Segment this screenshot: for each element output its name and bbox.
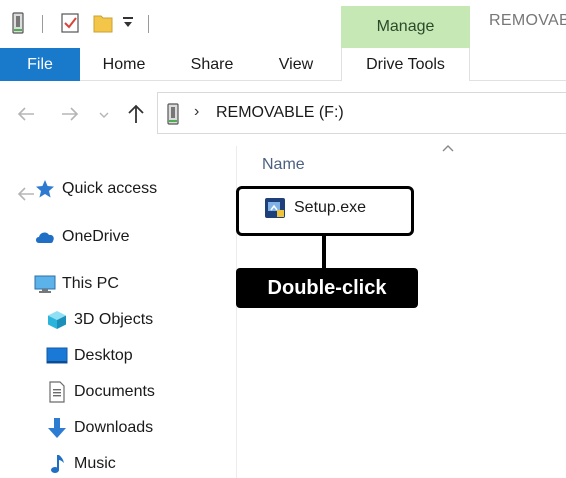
document-icon <box>46 381 68 403</box>
file-item-setup-exe[interactable]: Setup.exe <box>264 197 366 219</box>
sidebar-item-label: This PC <box>62 275 119 292</box>
sidebar-item-this-pc[interactable]: This PC <box>34 271 119 297</box>
sidebar-item-music[interactable]: Music <box>46 451 116 477</box>
manage-tab-label: Manage <box>376 18 435 35</box>
recent-locations-chevron-icon[interactable] <box>98 108 110 126</box>
sidebar-item-onedrive[interactable]: OneDrive <box>34 224 130 250</box>
double-click-callout: Double-click <box>236 268 418 308</box>
properties-icon[interactable] <box>60 12 80 34</box>
sidebar-item-label: Desktop <box>74 347 133 364</box>
drive-icon[interactable] <box>10 12 26 34</box>
sidebar-item-label: 3D Objects <box>74 311 154 328</box>
sidebar-item-3d-objects[interactable]: 3D Objects <box>46 307 153 333</box>
sidebar-item-downloads[interactable]: Downloads <box>46 415 153 441</box>
cube-icon <box>46 309 68 331</box>
computer-icon <box>34 273 56 295</box>
sort-ascending-icon <box>442 140 454 156</box>
callout-connector <box>322 236 326 268</box>
sidebar-item-quick-access[interactable]: Quick access <box>34 176 157 202</box>
window-title: REMOVAB <box>489 12 566 29</box>
column-header-name[interactable]: Name <box>262 156 305 174</box>
title-bar: Manage REMOVAB <box>0 0 566 48</box>
tab-file[interactable]: File <box>0 48 80 81</box>
download-icon <box>46 417 68 439</box>
tab-share[interactable]: Share <box>178 48 246 81</box>
sidebar-item-label: OneDrive <box>62 228 130 245</box>
file-name: Setup.exe <box>294 199 367 216</box>
navigation-pane: Quick access OneDrive This PC 3D Objects… <box>0 146 236 478</box>
customize-dropdown-icon[interactable] <box>122 14 134 30</box>
tab-drive-tools[interactable]: Drive Tools <box>341 48 470 81</box>
back-button[interactable] <box>16 104 36 129</box>
up-button[interactable] <box>126 103 146 130</box>
tab-view[interactable]: View <box>264 48 328 81</box>
installer-icon <box>264 197 286 219</box>
tab-manage[interactable]: Manage <box>341 6 470 48</box>
toolbar-separator <box>42 15 43 33</box>
forward-button[interactable] <box>60 104 80 129</box>
toolbar-separator <box>148 15 149 33</box>
cloud-icon <box>34 226 56 248</box>
star-icon <box>34 178 56 200</box>
new-folder-icon[interactable] <box>93 12 113 34</box>
address-bar[interactable]: › REMOVABLE (F:) <box>157 92 566 134</box>
sidebar-item-label: Downloads <box>74 419 154 436</box>
sidebar-item-documents[interactable]: Documents <box>46 379 155 405</box>
sidebar-item-desktop[interactable]: Desktop <box>46 343 133 369</box>
usb-drive-icon <box>166 103 180 130</box>
breadcrumb-current[interactable]: REMOVABLE (F:) <box>216 104 344 122</box>
breadcrumb-separator[interactable]: › <box>194 103 199 121</box>
sidebar-item-label: Quick access <box>62 180 158 197</box>
sidebar-item-label: Documents <box>74 383 155 400</box>
ribbon-tabs: File Home Share View Drive Tools <box>0 48 566 81</box>
sidebar-item-label: Music <box>74 455 116 472</box>
music-icon <box>46 453 68 475</box>
tab-home[interactable]: Home <box>88 48 160 81</box>
desktop-icon <box>46 345 68 367</box>
